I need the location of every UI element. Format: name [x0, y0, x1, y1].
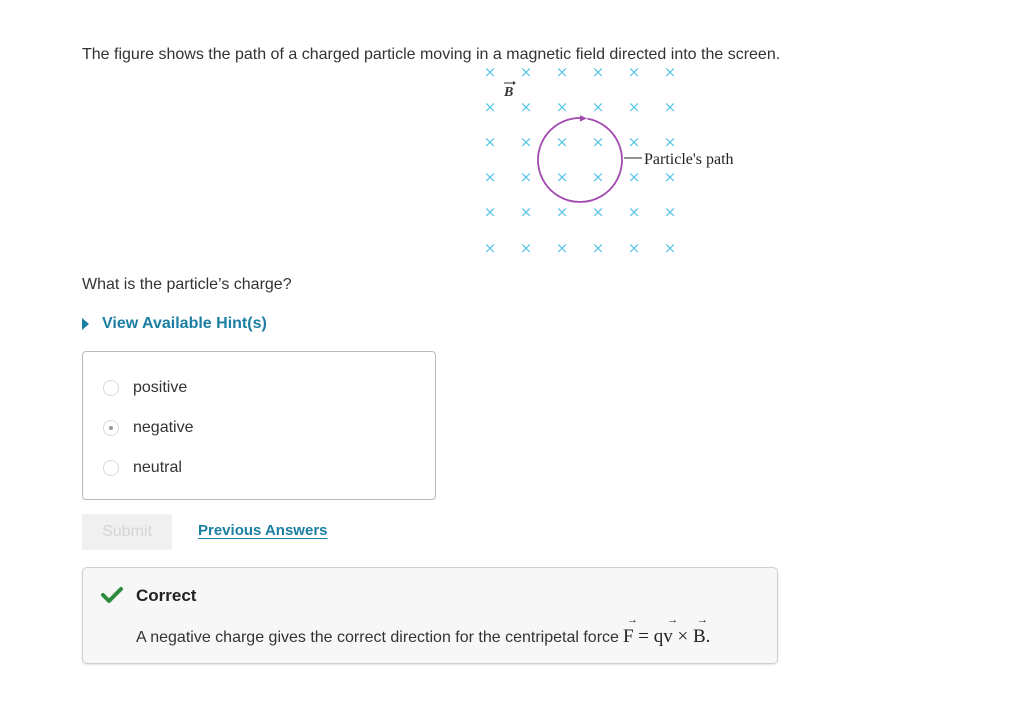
field-cross: ×: [628, 203, 641, 221]
field-cross: ×: [664, 203, 677, 221]
field-cross: ×: [484, 203, 497, 221]
field-cross: ×: [484, 63, 497, 81]
field-cross: ×: [556, 168, 569, 186]
feedback-text: A negative charge gives the correct dire…: [136, 614, 710, 648]
particle-direction-arrow: [579, 115, 587, 122]
field-cross: ×: [484, 133, 497, 151]
field-cross: ×: [628, 239, 641, 257]
field-cross: ×: [628, 168, 641, 186]
field-cross: ×: [520, 203, 533, 221]
choice-positive[interactable]: positive: [103, 379, 187, 397]
submit-button[interactable]: Submit: [82, 514, 172, 550]
field-cross: ×: [664, 133, 677, 151]
field-cross: ×: [664, 239, 677, 257]
field-cross: ×: [520, 168, 533, 186]
view-hints-label: View Available Hint(s): [102, 315, 267, 332]
feedback-panel: Correct A negative charge gives the corr…: [82, 567, 778, 664]
view-hints-toggle[interactable]: View Available Hint(s): [82, 315, 267, 333]
field-cross: ×: [592, 203, 605, 221]
field-cross: ×: [628, 63, 641, 81]
path-label: Particle's path: [644, 151, 734, 168]
field-cross: ×: [556, 98, 569, 116]
choice-neutral[interactable]: neutral: [103, 459, 182, 477]
field-cross: ×: [520, 63, 533, 81]
field-cross: ×: [520, 133, 533, 151]
field-cross: ×: [592, 63, 605, 81]
magnetic-field-figure: × × × × × × × × × × × × × × × × × × × × × × × × × × × × × × × × × × × × B P…: [484, 63, 734, 257]
field-cross: ×: [664, 98, 677, 116]
field-cross: ×: [484, 98, 497, 116]
radio-negative[interactable]: [103, 420, 119, 436]
field-cross: ×: [556, 239, 569, 257]
field-label: B: [503, 85, 513, 100]
field-cross: ×: [628, 133, 641, 151]
field-cross: ×: [628, 98, 641, 116]
answer-choices: positive negative neutral: [82, 351, 436, 500]
radio-positive[interactable]: [103, 380, 119, 396]
choice-label: positive: [133, 379, 188, 396]
checkmark-icon: [101, 587, 123, 603]
feedback-title: Correct: [136, 586, 197, 605]
question-text: What is the particle’s charge?: [82, 276, 292, 293]
field-cross: ×: [484, 168, 497, 186]
field-cross: ×: [520, 98, 533, 116]
expand-triangle-icon: [82, 318, 89, 330]
field-cross: ×: [592, 133, 605, 151]
field-cross: ×: [592, 168, 605, 186]
force-formula: F = qv × B.: [623, 614, 710, 648]
field-cross: ×: [484, 239, 497, 257]
field-cross: ×: [664, 63, 677, 81]
particle-path-circle: [537, 117, 623, 203]
choice-negative[interactable]: negative: [103, 419, 194, 437]
field-cross: ×: [592, 239, 605, 257]
field-cross: ×: [556, 63, 569, 81]
feedback-explanation: A negative charge gives the correct dire…: [136, 629, 619, 646]
field-cross: ×: [664, 168, 677, 186]
field-vector-arrowhead: [513, 81, 516, 85]
previous-answers-link[interactable]: Previous Answers: [198, 522, 328, 539]
field-cross: ×: [556, 203, 569, 221]
field-cross: ×: [556, 133, 569, 151]
field-cross: ×: [520, 239, 533, 257]
choice-label: negative: [133, 419, 194, 436]
radio-neutral[interactable]: [103, 460, 119, 476]
field-cross: ×: [592, 98, 605, 116]
choice-label: neutral: [133, 459, 182, 476]
